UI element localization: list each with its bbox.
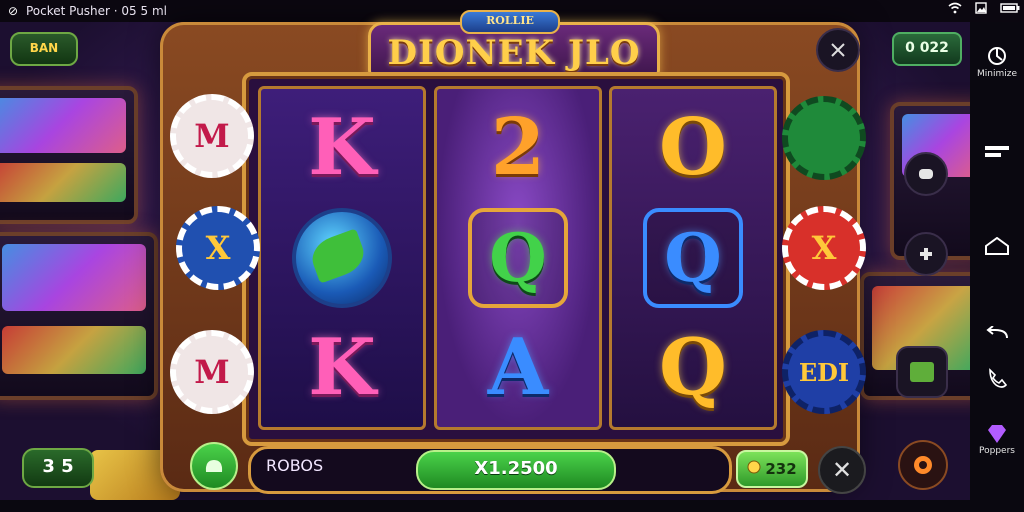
- toggle-button[interactable]: [904, 152, 948, 196]
- wifi-icon: [948, 2, 962, 16]
- coin-icon: [747, 460, 761, 478]
- reel-symbol: 2: [490, 102, 546, 193]
- reel-symbol-framed: Q: [437, 203, 599, 313]
- close-button[interactable]: ✕: [818, 446, 866, 494]
- settings-icon[interactable]: [816, 28, 860, 72]
- reel-symbol: K: [308, 102, 376, 193]
- close-icon: ✕: [831, 456, 853, 484]
- reel-2: 2 Q A: [434, 86, 602, 430]
- credit-value: 232: [765, 460, 797, 478]
- side-chip: X: [176, 206, 260, 290]
- reel-symbol: Q: [659, 322, 727, 413]
- bonus-badge[interactable]: BAN: [10, 32, 78, 66]
- menu-tile-button[interactable]: [896, 346, 948, 398]
- bet-level[interactable]: 3 5: [22, 448, 94, 488]
- side-chip: M: [170, 330, 254, 414]
- credit-pill[interactable]: 232: [736, 450, 808, 488]
- bet-label: ROBOS: [266, 456, 324, 475]
- image-icon: [974, 2, 988, 16]
- win-display: X1.2500: [416, 450, 616, 490]
- battery-icon: [1000, 2, 1020, 16]
- gem-button[interactable]: Poppers: [970, 412, 1024, 468]
- minimize-label: Minimize: [977, 69, 1017, 79]
- side-chip: EDI: [782, 330, 866, 414]
- gear-icon[interactable]: [898, 440, 948, 490]
- system-nav-rail: Minimize Poppers: [970, 22, 1024, 500]
- reel-symbol-framed: Q: [612, 203, 774, 313]
- gem-icon: [988, 425, 1006, 443]
- leaf-symbol: [261, 203, 423, 313]
- title-badge: ROLLIE: [460, 10, 560, 34]
- slot-machine-left-bottom: [0, 232, 158, 400]
- reel-1: K K: [258, 86, 426, 430]
- minimize-button[interactable]: Minimize: [970, 30, 1024, 94]
- game-title: DIONEK JLO: [387, 33, 641, 73]
- minimize-icon: [988, 47, 1006, 65]
- gem-label: Poppers: [979, 446, 1015, 456]
- home-button[interactable]: [970, 214, 1024, 278]
- spin-button[interactable]: [190, 442, 238, 490]
- status-title: Pocket Pusher · 05 5 ml: [26, 4, 167, 18]
- back-button[interactable]: [970, 314, 1024, 354]
- back-icon[interactable]: ⊘: [6, 4, 20, 18]
- reel-3: O Q Q: [609, 86, 777, 430]
- slot-machine-left-top: [0, 86, 138, 224]
- side-chip: [782, 96, 866, 180]
- phone-icon: [989, 368, 1008, 388]
- bottom-strip: [0, 500, 1024, 512]
- reel-symbol: O: [659, 102, 727, 193]
- side-chip: X: [782, 206, 866, 290]
- balance-counter: 0 022: [892, 32, 962, 66]
- reel-symbol: K: [308, 322, 376, 413]
- reel-symbol: A: [487, 322, 549, 413]
- back-icon: [986, 326, 1008, 339]
- plus-button[interactable]: [904, 232, 948, 276]
- phone-button[interactable]: [970, 358, 1024, 398]
- recents-button[interactable]: [970, 120, 1024, 184]
- side-chip: M: [170, 94, 254, 178]
- reels-area: K K 2 Q A O Q Q: [242, 72, 790, 446]
- recents-icon: [985, 146, 1009, 157]
- leaf-icon: [292, 208, 392, 308]
- home-icon: [985, 237, 1009, 255]
